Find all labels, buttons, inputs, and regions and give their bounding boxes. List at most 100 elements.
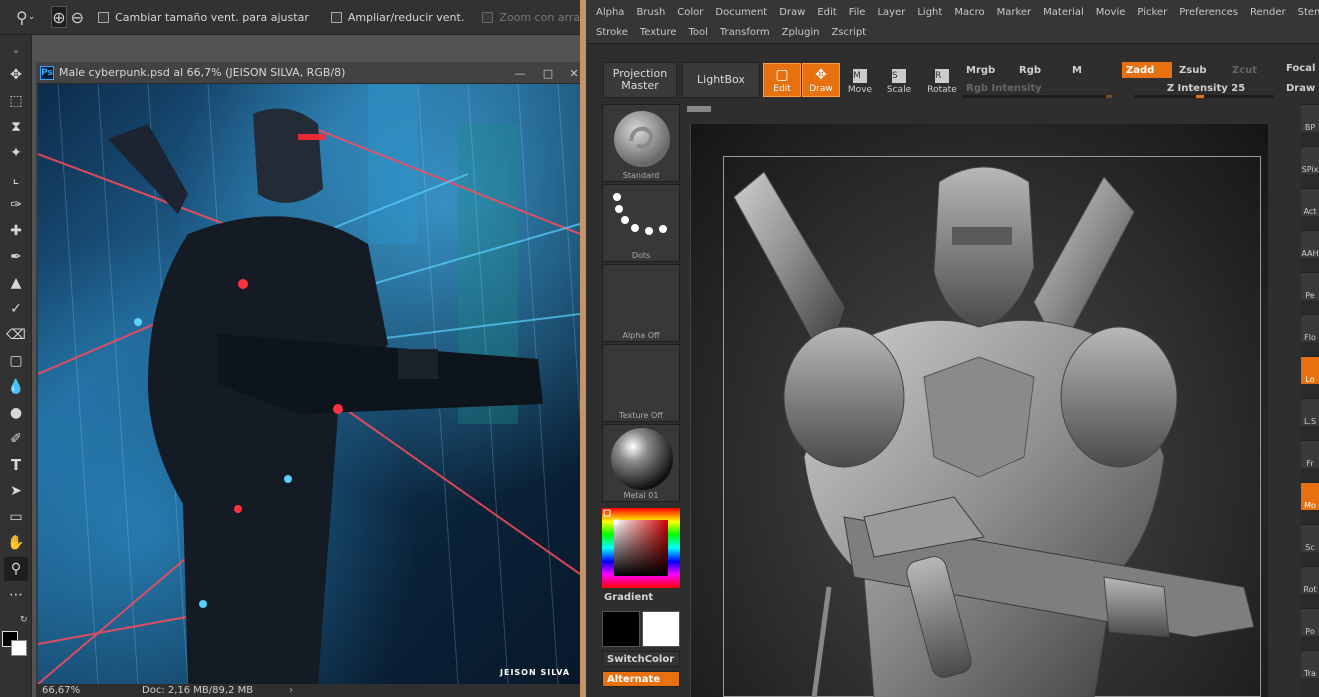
alpha-selector[interactable]: Alpha Off	[602, 264, 680, 342]
zb-menu-draw[interactable]: Draw	[779, 7, 805, 18]
draw-size-slider[interactable]: Draw	[1282, 80, 1319, 96]
zb-tray-button-pe[interactable]: Pe	[1301, 272, 1319, 300]
zb-menu-stroke[interactable]: Stroke	[596, 27, 628, 38]
color-picker-wheel[interactable]	[602, 508, 680, 588]
zb-menu-light[interactable]: Light	[917, 7, 942, 18]
scale-mode-button[interactable]: S Scale	[880, 63, 918, 97]
eraser-icon[interactable]: ⌫	[4, 323, 28, 347]
zb-tray-button-fr[interactable]: Fr	[1301, 440, 1319, 468]
zb-menu-zscript[interactable]: Zscript	[831, 27, 866, 38]
move-mode-button[interactable]: M Move	[841, 63, 879, 97]
zb-tray-button-tra[interactable]: Tra	[1301, 650, 1319, 678]
zb-menu-render[interactable]: Render	[1250, 7, 1286, 18]
zb-tray-button-sc[interactable]: Sc	[1301, 524, 1319, 552]
zb-tray-button-spix[interactable]: SPix	[1301, 146, 1319, 174]
zb-menu-zplugin[interactable]: Zplugin	[782, 27, 820, 38]
brush-icon[interactable]: ✒	[4, 245, 28, 269]
zb-viewport[interactable]	[690, 124, 1268, 697]
z-intensity-slider[interactable]: Z Intensity 25	[1134, 80, 1274, 96]
zb-menu-layer[interactable]: Layer	[877, 7, 905, 18]
zoom-in-icon[interactable]: ⊕	[51, 6, 67, 28]
projection-master-button[interactable]: Projection Master	[603, 62, 677, 98]
quick-select-icon[interactable]: ✦	[4, 141, 28, 165]
dodge-icon[interactable]: ●	[4, 401, 28, 425]
stamp-icon[interactable]: ▲	[4, 271, 28, 295]
edit-mode-button[interactable]: ▢ Edit	[763, 63, 801, 97]
zb-tray-button-ls[interactable]: L.S	[1301, 398, 1319, 426]
zoom-level[interactable]: 66,67%	[42, 685, 98, 696]
zoom-all-windows-checkbox[interactable]: Ampliar/reducir vent.	[330, 11, 464, 24]
zb-menu-texture[interactable]: Texture	[640, 27, 677, 38]
eyedropper-icon[interactable]: ✑	[4, 193, 28, 217]
gradient-label[interactable]: Gradient	[604, 592, 653, 603]
brush-selector[interactable]: Standard	[602, 104, 680, 182]
rectangle-icon[interactable]: ▭	[4, 505, 28, 529]
zb-menu-movie[interactable]: Movie	[1096, 7, 1126, 18]
zoom-tool-preset-icon[interactable]: ⚲	[16, 6, 28, 28]
ps-document-tab[interactable]: Ps Male cyberpunk.psd al 66,7% (JEISON S…	[36, 62, 580, 84]
view-tab-handle[interactable]	[687, 106, 711, 112]
texture-selector[interactable]: Texture Off	[602, 344, 680, 422]
zb-menu-brush[interactable]: Brush	[636, 7, 665, 18]
zsub-button[interactable]: Zsub	[1175, 62, 1225, 78]
zb-menu-preferences[interactable]: Preferences	[1179, 7, 1238, 18]
zb-tray-button-aah[interactable]: AAH	[1301, 230, 1319, 258]
switch-color-button[interactable]: SwitchColor	[602, 651, 680, 667]
ps-canvas-artwork[interactable]: JEISON SILVA	[38, 84, 580, 684]
z-intensity-knob[interactable]	[1196, 95, 1204, 98]
zb-tray-button-act[interactable]: Act	[1301, 188, 1319, 216]
rgb-button[interactable]: Rgb	[1015, 62, 1065, 78]
m-button[interactable]: M	[1068, 62, 1118, 78]
zb-menu-transform[interactable]: Transform	[720, 27, 770, 38]
zb-menu-color[interactable]: Color	[677, 7, 703, 18]
collapse-icon[interactable]: »	[4, 39, 28, 63]
zb-menu-file[interactable]: File	[849, 7, 866, 18]
hand-icon[interactable]: ✋	[4, 531, 28, 555]
status-menu-arrow-icon[interactable]: ›	[289, 685, 293, 696]
zoom-icon[interactable]: ⚲	[4, 557, 28, 581]
zb-menu-alpha[interactable]: Alpha	[596, 7, 624, 18]
zb-menu-document[interactable]: Document	[715, 7, 767, 18]
zb-menu-picker[interactable]: Picker	[1137, 7, 1167, 18]
primary-color-swatch[interactable]	[602, 611, 640, 647]
lightbox-button[interactable]: LightBox	[682, 62, 760, 98]
checkbox-box[interactable]	[330, 11, 342, 23]
healing-icon[interactable]: ✚	[4, 219, 28, 243]
history-brush-icon[interactable]: ✓	[4, 297, 28, 321]
swap-colors-icon[interactable]: ↻	[20, 615, 28, 625]
more-icon[interactable]: ⋯	[4, 583, 28, 607]
zb-tray-button-flo[interactable]: Flo	[1301, 314, 1319, 342]
focal-shift-slider[interactable]: Focal	[1282, 60, 1319, 76]
path-select-icon[interactable]: ➤	[4, 479, 28, 503]
zb-menu-macro[interactable]: Macro	[954, 7, 984, 18]
move-icon[interactable]: ✥	[4, 63, 28, 87]
type-icon[interactable]: T	[4, 453, 28, 477]
material-selector[interactable]: Metal 01	[602, 424, 680, 502]
zb-tray-button-rot[interactable]: Rot	[1301, 566, 1319, 594]
resize-windows-checkbox[interactable]: Cambiar tamaño vent. para ajustar	[98, 11, 309, 24]
minimize-icon[interactable]: —	[512, 65, 528, 81]
draw-mode-button[interactable]: ✥ Draw	[802, 63, 840, 97]
zb-tray-button-bp[interactable]: BP	[1301, 104, 1319, 132]
zb-menu-stencil[interactable]: Stencil	[1298, 7, 1319, 18]
zb-menu-material[interactable]: Material	[1043, 7, 1084, 18]
gradient-icon[interactable]: ▢	[4, 349, 28, 373]
zadd-button[interactable]: Zadd	[1122, 62, 1172, 78]
maximize-icon[interactable]: □	[540, 65, 556, 81]
marquee-icon[interactable]: ⬚	[4, 89, 28, 113]
stroke-selector[interactable]: Dots	[602, 184, 680, 262]
pen-icon[interactable]: ✐	[4, 427, 28, 451]
chevron-down-icon[interactable]: ⌄	[28, 6, 36, 28]
zb-tray-button-lo[interactable]: Lo	[1301, 356, 1319, 384]
zb-tray-button-po[interactable]: Po	[1301, 608, 1319, 636]
zb-menu-marker[interactable]: Marker	[997, 7, 1032, 18]
blur-icon[interactable]: 💧	[4, 375, 28, 399]
rotate-mode-button[interactable]: R Rotate	[923, 63, 961, 97]
zb-tray-button-mo[interactable]: Mo	[1301, 482, 1319, 510]
crop-icon[interactable]: ⌞	[4, 167, 28, 191]
mrgb-button[interactable]: Mrgb	[962, 62, 1012, 78]
zoom-out-icon[interactable]: ⊖	[71, 6, 84, 28]
zb-menu-edit[interactable]: Edit	[817, 7, 836, 18]
lasso-icon[interactable]: ⧗	[4, 115, 28, 139]
background-color-swatch[interactable]	[11, 640, 27, 656]
